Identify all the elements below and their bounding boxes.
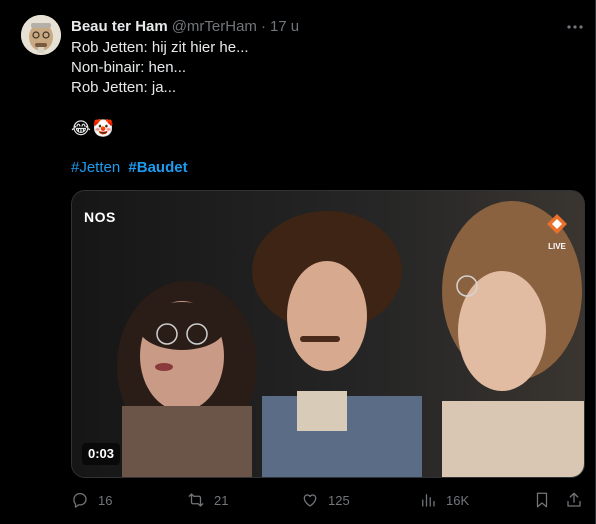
tweet-header: Beau ter Ham @mrTerHam · 17 u bbox=[71, 16, 555, 36]
reply-count: 16 bbox=[98, 492, 113, 508]
avatar-image bbox=[21, 15, 61, 55]
author-handle[interactable]: @mrTerHam bbox=[172, 18, 257, 35]
tweet-line: Rob Jetten: hij zit hier he... bbox=[71, 39, 249, 56]
retweet-count: 21 bbox=[214, 492, 229, 508]
views-button[interactable]: 16K bbox=[419, 490, 469, 510]
hashtag-link[interactable]: #Baudet bbox=[128, 159, 187, 176]
nos-watermark: NOS bbox=[84, 209, 116, 225]
clown-emoji-icon: 🤡 bbox=[92, 119, 115, 138]
share-icon bbox=[567, 492, 581, 507]
separator: · bbox=[260, 17, 266, 35]
live-label: LIVE bbox=[548, 242, 566, 251]
video-duration: 0:03 bbox=[82, 443, 121, 465]
tweet[interactable]: Beau ter Ham @mrTerHam · 17 u Rob Jetten… bbox=[0, 0, 596, 524]
reply-button[interactable]: 16 bbox=[71, 490, 112, 510]
like-count: 125 bbox=[328, 492, 350, 508]
action-bar: 16 21 125 16K bbox=[71, 490, 585, 510]
like-icon bbox=[303, 494, 317, 507]
hashtags: #Jetten #Baudet bbox=[71, 158, 571, 178]
tweet-line: Rob Jetten: ja... bbox=[71, 79, 177, 96]
live-logo-icon bbox=[547, 214, 567, 234]
tweet-line: Non-binair: hen... bbox=[71, 59, 187, 76]
avatar[interactable] bbox=[21, 15, 61, 55]
views-icon bbox=[422, 494, 435, 507]
bookmark-button[interactable] bbox=[533, 490, 551, 510]
tweet-text: Rob Jetten: hij zit hier he... Non-binai… bbox=[71, 38, 571, 178]
timestamp[interactable]: 17 u bbox=[270, 18, 299, 35]
video-frame bbox=[72, 191, 584, 477]
emoji-row: 😂 🤡 bbox=[71, 118, 571, 140]
retweet-icon bbox=[188, 493, 204, 507]
live-indicator: LIVE bbox=[542, 213, 572, 251]
share-button[interactable] bbox=[565, 490, 583, 510]
author-name[interactable]: Beau ter Ham bbox=[71, 18, 168, 35]
laughing-emoji-icon: 😂 bbox=[71, 119, 91, 138]
reply-icon bbox=[73, 492, 87, 508]
more-icon[interactable] bbox=[566, 18, 584, 36]
views-count: 16K bbox=[446, 492, 470, 508]
video-player[interactable]: NOS LIVE 0:03 bbox=[71, 190, 585, 478]
hashtag-link[interactable]: #Jetten bbox=[71, 159, 120, 176]
retweet-button[interactable]: 21 bbox=[187, 490, 228, 510]
like-button[interactable]: 125 bbox=[301, 490, 350, 510]
bookmark-icon bbox=[536, 492, 548, 508]
